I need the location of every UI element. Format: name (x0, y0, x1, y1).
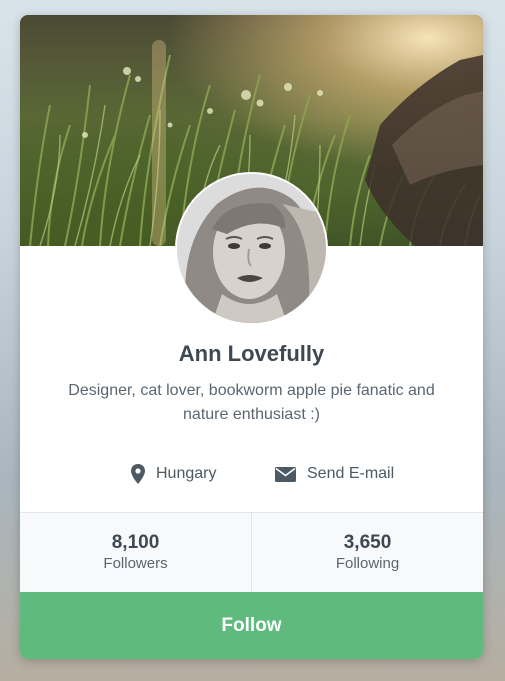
followers-count: 8,100 (111, 532, 160, 553)
send-email-link[interactable]: Send E-mail (275, 462, 394, 486)
envelope-icon (275, 466, 296, 482)
map-pin-icon (131, 464, 145, 484)
profile-card: Ann Lovefully Designer, cat lover, bookw… (20, 15, 483, 659)
profile-bio: Designer, cat lover, bookworm apple pie … (68, 382, 435, 423)
following-count: 3,650 (343, 532, 392, 553)
stats-bar: 8,100 Followers 3,650 Following (20, 512, 483, 592)
send-email-label: Send E-mail (307, 465, 395, 482)
following-stat[interactable]: 3,650 Following (251, 513, 483, 592)
avatar (175, 172, 328, 325)
followers-label: Followers (103, 555, 168, 572)
location-info: Hungary (131, 462, 216, 486)
following-label: Following (335, 555, 400, 572)
profile-name: Ann Lovefully (178, 341, 325, 366)
location-label: Hungary (156, 465, 217, 482)
followers-stat[interactable]: 8,100 Followers (20, 513, 251, 592)
follow-button[interactable]: Follow (20, 592, 483, 659)
